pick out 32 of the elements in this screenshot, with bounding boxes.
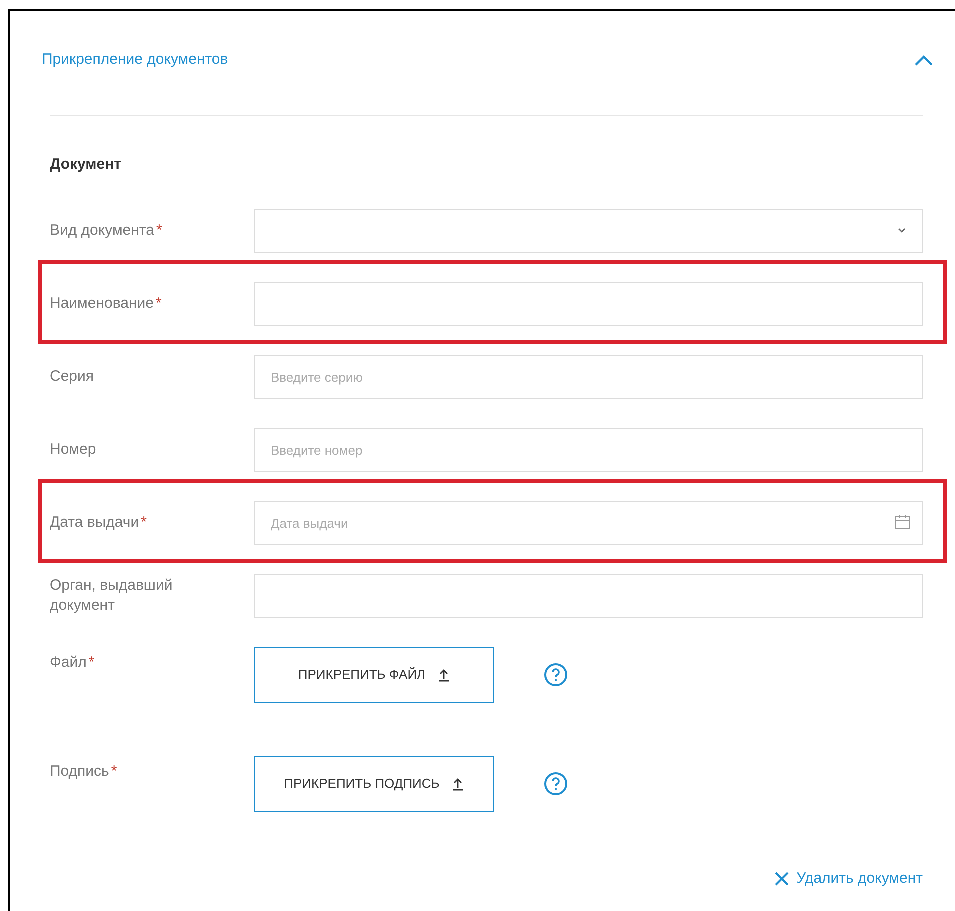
help-icon[interactable] (544, 663, 568, 687)
required-mark: * (88, 654, 95, 671)
close-icon (774, 872, 789, 886)
input-field[interactable] (254, 282, 923, 326)
required-mark: * (141, 514, 147, 531)
form-title: Документ (50, 154, 123, 174)
field-label: Дата выдачи (50, 514, 140, 531)
required-mark: * (156, 295, 162, 312)
upload-icon (438, 668, 450, 682)
section-title[interactable]: Прикрепление документов (42, 49, 228, 72)
input-field[interactable] (254, 574, 923, 618)
chevron-down-icon (898, 228, 906, 234)
delete-link[interactable]: Удалить документ (774, 868, 923, 890)
required-mark: * (156, 222, 162, 239)
input-field[interactable]: Введите серию (254, 355, 923, 399)
input-field[interactable]: Введите номер (254, 428, 923, 472)
attach-button[interactable]: ПРИКРЕПИТЬ ФАЙЛ (254, 647, 494, 703)
date-field[interactable]: Дата выдачи (254, 501, 923, 545)
attach-button[interactable]: ПРИКРЕПИТЬ ПОДПИСЬ (254, 756, 494, 812)
field-label: Орган, выдавший документ (50, 577, 173, 614)
field-label: Файл (50, 654, 87, 671)
field-label: Серия (50, 368, 94, 385)
calendar-icon[interactable] (895, 515, 911, 530)
field-label: Наименование (50, 295, 154, 312)
field-label: Вид документа (50, 222, 154, 239)
select-field[interactable] (254, 209, 923, 253)
field-label: Номер (50, 441, 96, 458)
required-mark: * (111, 763, 118, 780)
help-icon[interactable] (544, 772, 568, 796)
upload-icon (452, 778, 464, 790)
field-label: Подпись (50, 763, 110, 780)
chevron-up-icon[interactable] (915, 54, 933, 66)
